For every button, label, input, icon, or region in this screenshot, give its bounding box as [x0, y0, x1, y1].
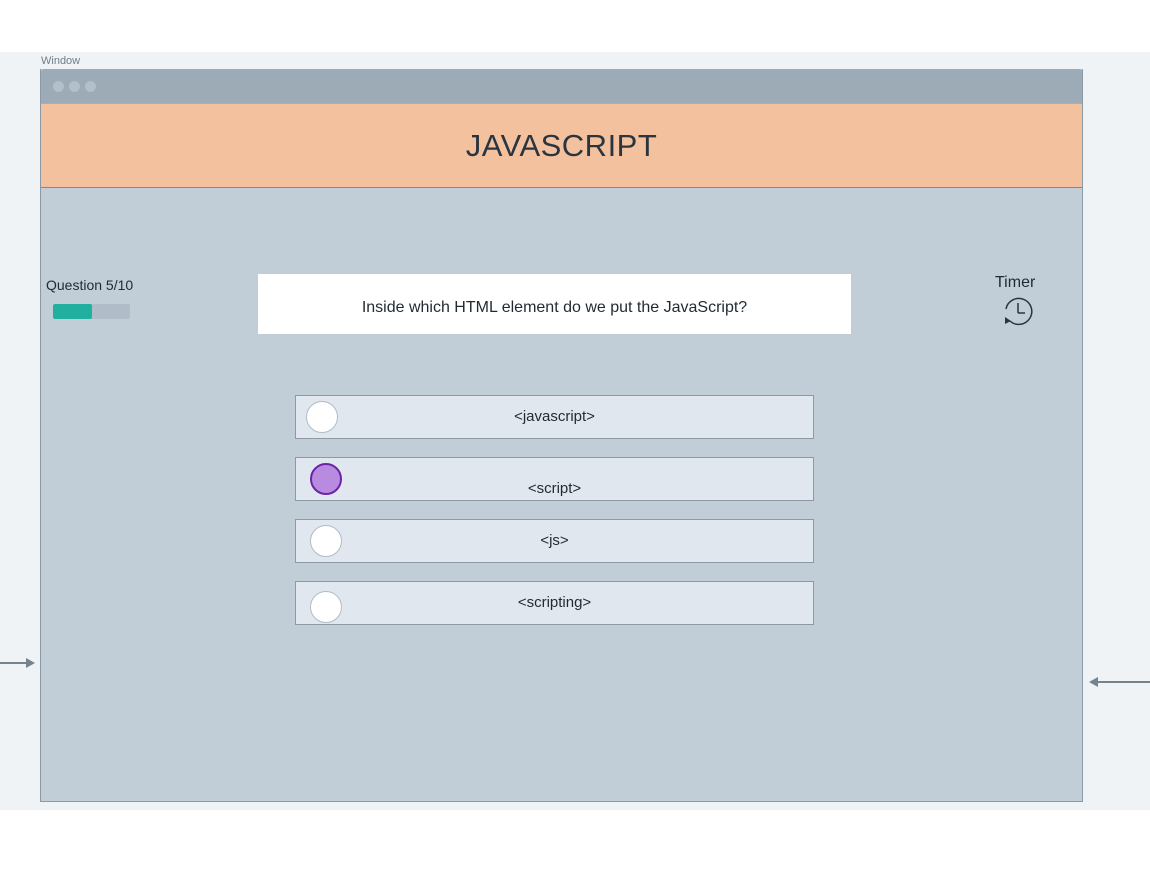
answer-option-label: <script>: [527, 480, 582, 497]
timer-label: Timer: [995, 274, 1036, 291]
answer-option-4[interactable]: <scripting>: [295, 581, 814, 625]
quiz-title: JAVASCRIPT: [465, 127, 658, 163]
window-label: Window: [41, 55, 81, 67]
answer-option-label: <scripting>: [517, 594, 592, 611]
progress-bar: [53, 304, 130, 319]
answer-option-label: <js>: [540, 532, 569, 549]
arrow-right-icon[interactable]: [0, 656, 36, 670]
question-text: Inside which HTML element do we put the …: [361, 299, 748, 316]
window-close-dot[interactable]: [53, 81, 64, 92]
quiz-header: JAVASCRIPT: [41, 103, 1082, 188]
question-counter: Question 5/10: [46, 277, 134, 293]
answer-option-label: <javascript>: [514, 408, 595, 425]
clock-history-icon: [1001, 295, 1035, 329]
answer-option-3[interactable]: <js>: [295, 519, 814, 563]
question-box: Inside which HTML element do we put the …: [258, 274, 851, 334]
window-maximize-dot[interactable]: [85, 81, 96, 92]
app-window: JAVASCRIPT Question 5/10 Inside which HT…: [40, 69, 1083, 802]
window-minimize-dot[interactable]: [69, 81, 80, 92]
answer-option-2[interactable]: <script>: [295, 457, 814, 501]
answer-option-1[interactable]: <javascript>: [295, 395, 814, 439]
arrow-left-icon[interactable]: [1088, 675, 1150, 689]
progress-bar-fill: [53, 304, 92, 319]
window-titlebar: [41, 69, 1082, 103]
